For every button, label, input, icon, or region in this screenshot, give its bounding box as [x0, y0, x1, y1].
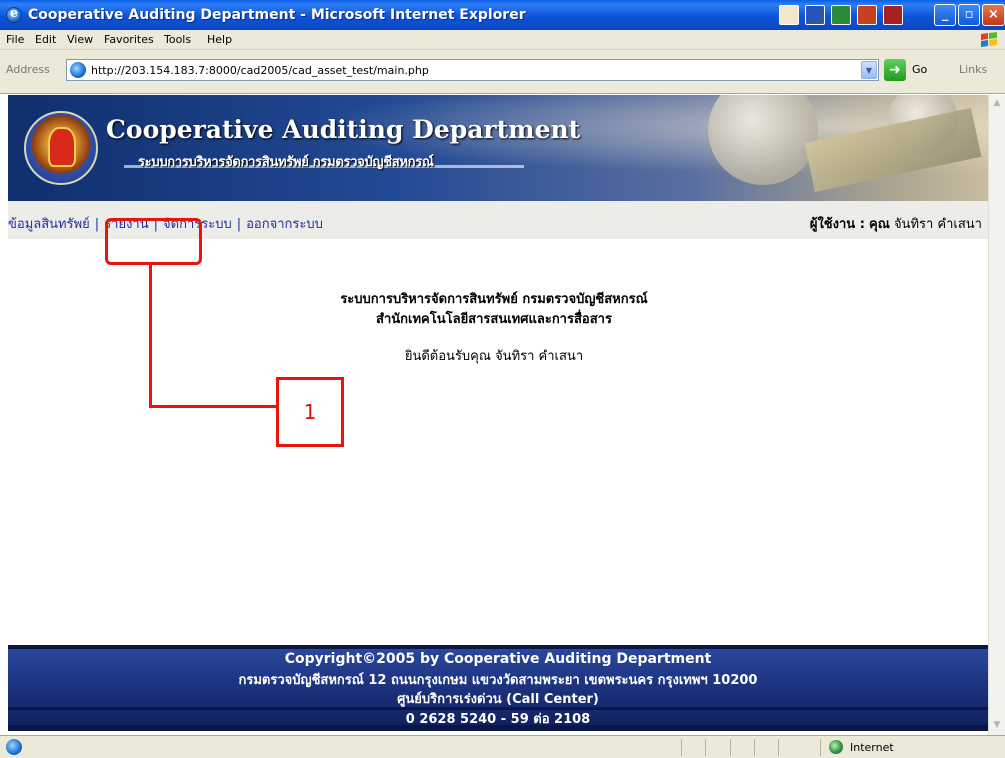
word-icon[interactable] — [805, 5, 825, 25]
address-dropdown-icon[interactable]: ▼ — [861, 61, 877, 79]
menu-edit[interactable]: Edit — [35, 33, 56, 46]
annotation-number: 1 — [276, 377, 344, 447]
scroll-down-icon[interactable]: ▼ — [989, 717, 1005, 733]
user-label: ผู้ใช้งาน : — [809, 217, 865, 232]
header-banner: Cooperative Auditing Department ระบบการบ… — [8, 95, 988, 201]
internet-zone-icon — [829, 740, 843, 754]
menu-file[interactable]: File — [6, 33, 24, 46]
title-bar[interactable]: Cooperative Auditing Department - Micros… — [0, 0, 1005, 30]
window-title: Cooperative Auditing Department - Micros… — [28, 7, 526, 23]
footer-address: กรมตรวจบัญชีสหกรณ์ 12 ถนนกรุงเกษม แขวงวั… — [238, 673, 758, 688]
user-prefix: คุณ — [869, 217, 890, 232]
vertical-scrollbar[interactable]: ▲ ▼ — [988, 95, 1005, 735]
access-icon[interactable] — [883, 5, 903, 25]
menu-view[interactable]: View — [67, 33, 93, 46]
internet-explorer-icon — [6, 6, 22, 23]
annotation-connector — [149, 265, 152, 408]
address-label: Address — [6, 63, 50, 76]
page-status-icon — [6, 739, 22, 755]
annotation-connector — [149, 405, 277, 408]
security-zone-label: Internet — [850, 741, 894, 754]
address-bar: Address http://203.154.183.7:8000/cad200… — [0, 50, 1005, 94]
address-url[interactable]: http://203.154.183.7:8000/cad2005/cad_as… — [91, 64, 429, 77]
department-logo — [24, 111, 98, 185]
minimize-button[interactable]: _ — [934, 4, 956, 26]
menu-bar: File Edit View Favorites Tools Help — [0, 30, 1005, 50]
nav-separator: | — [236, 217, 242, 232]
page-content: Cooperative Auditing Department ระบบการบ… — [0, 95, 988, 735]
page-icon — [70, 62, 86, 78]
nav-separator: | — [94, 217, 100, 232]
close-button[interactable]: × — [982, 4, 1005, 26]
banner-subtitle: ระบบการบริหารจัดการสินทรัพย์ กรมตรวจบัญช… — [138, 155, 434, 170]
menu-tools[interactable]: Tools — [164, 33, 191, 46]
current-user: ผู้ใช้งาน : คุณ จันทิรา คำเสนา — [810, 213, 982, 234]
excel-icon[interactable] — [831, 5, 851, 25]
page-footer: Copyright©2005 by Cooperative Auditing D… — [8, 645, 988, 731]
nav-assets-link[interactable]: ข้อมูลสินทรัพย์ — [8, 217, 90, 232]
maximize-button[interactable]: ▫ — [958, 4, 980, 26]
links-button[interactable]: Links — [959, 63, 987, 76]
go-button[interactable]: Go — [912, 63, 927, 76]
nav-logout-link[interactable]: ออกจากระบบ — [246, 217, 323, 232]
go-arrow-icon[interactable]: ➜ — [884, 59, 906, 81]
footer-copyright: Copyright©2005 by Cooperative Auditing D… — [284, 651, 712, 667]
windows-icon[interactable] — [779, 5, 799, 25]
powerpoint-icon[interactable] — [857, 5, 877, 25]
footer-call-center: ศูนย์บริการเร่งด่วน (Call Center) — [397, 692, 599, 707]
annotation-highlight-box — [105, 218, 202, 265]
address-input[interactable]: http://203.154.183.7:8000/cad2005/cad_as… — [66, 59, 879, 81]
banner-title: Cooperative Auditing Department — [106, 115, 581, 144]
windows-flag-icon — [981, 32, 997, 47]
menu-favorites[interactable]: Favorites — [104, 33, 154, 46]
status-bar: Internet — [0, 735, 1005, 758]
user-name: จันทิรา คำเสนา — [893, 217, 982, 232]
menu-help[interactable]: Help — [207, 33, 232, 46]
scroll-up-icon[interactable]: ▲ — [989, 95, 1005, 111]
